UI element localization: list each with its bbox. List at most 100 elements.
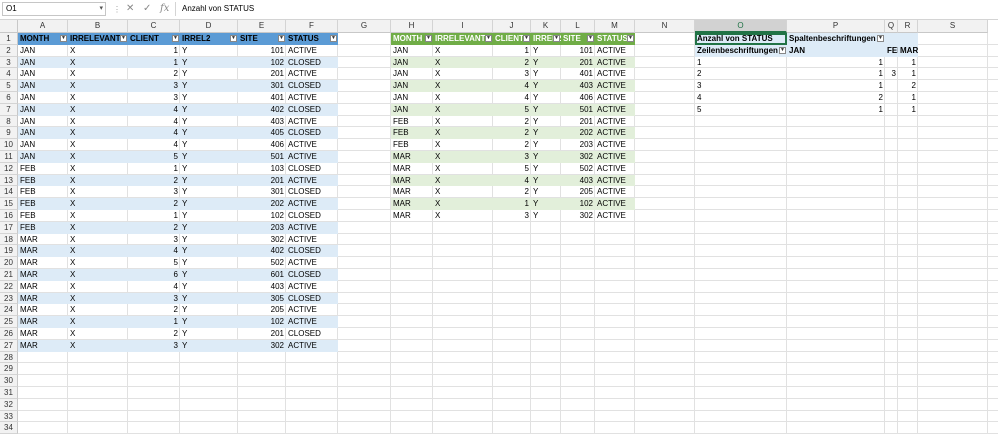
table1-cell[interactable]: MAR [18, 304, 68, 316]
table1-cell[interactable]: 2 [128, 304, 180, 316]
table1-cell[interactable]: ACTIVE [286, 174, 338, 187]
column-header-d[interactable]: D [180, 20, 238, 33]
table1-cell[interactable]: Y [180, 45, 238, 57]
table2-cell[interactable]: X [433, 103, 493, 116]
column-header-h[interactable]: H [391, 20, 433, 33]
table1-cell[interactable]: JAN [18, 127, 68, 140]
table1-cell[interactable]: 4 [128, 245, 180, 258]
table2-cell[interactable]: X [433, 127, 493, 140]
pivot-value-cell[interactable]: 2 [898, 80, 918, 92]
table2-cell[interactable]: 302 [561, 151, 595, 163]
table2-cell[interactable]: X [433, 174, 493, 187]
enter-icon[interactable]: ✓ [143, 2, 151, 16]
table1-cell[interactable]: CLOSED [286, 186, 338, 198]
row-header-27[interactable]: 27 [0, 339, 18, 352]
table1-cell[interactable]: Y [180, 221, 238, 234]
table1-cell[interactable]: Y [180, 292, 238, 305]
row-header-23[interactable]: 23 [0, 292, 18, 305]
pivot-value-cell[interactable] [885, 80, 898, 92]
table1-cell[interactable]: CLOSED [286, 328, 338, 340]
filter-dropdown-icon[interactable]: ▼ [120, 35, 127, 42]
table2-cell[interactable]: ACTIVE [595, 127, 635, 140]
table1-cell[interactable]: 103 [238, 163, 286, 175]
table1-cell[interactable]: 4 [128, 116, 180, 128]
table2-cell[interactable]: 3 [493, 151, 531, 163]
table1-cell[interactable]: 2 [128, 174, 180, 187]
row-header-6[interactable]: 6 [0, 92, 18, 104]
table1-cell[interactable]: MAR [18, 281, 68, 293]
table1-cell[interactable]: MAR [18, 292, 68, 305]
pivot-row-label[interactable]: 5 [695, 104, 787, 116]
table2-cell[interactable]: Y [531, 210, 561, 222]
row-header-1[interactable]: 1 [0, 33, 18, 45]
column-header-q[interactable]: Q [885, 20, 898, 33]
table2-cell[interactable]: Y [531, 186, 561, 198]
table1-cell[interactable]: Y [180, 339, 238, 352]
table1-cell[interactable]: ACTIVE [286, 92, 338, 104]
filter-dropdown-icon[interactable]: ▼ [779, 46, 786, 54]
table1-cell[interactable]: Y [180, 316, 238, 328]
table2-cell[interactable]: JAN [391, 56, 433, 69]
table1-cell[interactable]: Y [180, 116, 238, 128]
table1-cell[interactable]: 4 [128, 127, 180, 140]
table1-cell[interactable]: 406 [238, 139, 286, 151]
row-header-25[interactable]: 25 [0, 316, 18, 328]
table1-cell[interactable]: ACTIVE [286, 339, 338, 352]
table1-cell[interactable]: X [68, 68, 128, 80]
table2-cell[interactable]: ACTIVE [595, 80, 635, 92]
table1-cell[interactable]: 101 [238, 45, 286, 57]
pivot-row-label[interactable]: 2 [695, 68, 787, 80]
column-header-a[interactable]: A [18, 20, 68, 33]
formula-input[interactable]: Anzahl von STATUS [175, 2, 995, 16]
table2-header-month[interactable]: MONTH ▼ [391, 33, 433, 45]
select-all-corner[interactable] [0, 20, 18, 33]
pivot-value-cell[interactable]: 1 [898, 57, 918, 69]
table1-cell[interactable]: 102 [238, 56, 286, 69]
table2-cell[interactable]: ACTIVE [595, 198, 635, 210]
table1-cell[interactable]: Y [180, 127, 238, 140]
column-header-b[interactable]: B [68, 20, 128, 33]
table2-cell[interactable]: 406 [561, 92, 595, 104]
table1-cell[interactable]: ACTIVE [286, 257, 338, 269]
pivot-value-cell[interactable]: 1 [787, 104, 885, 116]
row-header-5[interactable]: 5 [0, 80, 18, 92]
table1-cell[interactable]: FEB [18, 163, 68, 175]
table2-cell[interactable]: 5 [493, 163, 531, 175]
table1-cell[interactable]: X [68, 163, 128, 175]
table2-cell[interactable]: X [433, 198, 493, 210]
table1-cell[interactable]: JAN [18, 68, 68, 80]
table2-cell[interactable]: X [433, 163, 493, 175]
table1-cell[interactable]: ACTIVE [286, 198, 338, 210]
table1-cell[interactable]: CLOSED [286, 245, 338, 258]
pivot-value-cell[interactable]: 2 [787, 92, 885, 104]
table1-cell[interactable]: Y [180, 210, 238, 222]
table2-cell[interactable]: X [433, 68, 493, 80]
pivot-value-cell[interactable]: 3 [885, 68, 898, 80]
table1-cell[interactable]: CLOSED [286, 292, 338, 305]
table1-cell[interactable]: ACTIVE [286, 234, 338, 246]
table1-cell[interactable]: MAR [18, 234, 68, 246]
table1-cell[interactable]: 301 [238, 186, 286, 198]
row-header-11[interactable]: 11 [0, 151, 18, 163]
table1-cell[interactable]: 4 [128, 281, 180, 293]
table2-cell[interactable]: ACTIVE [595, 174, 635, 187]
table2-cell[interactable]: X [433, 56, 493, 69]
row-header-21[interactable]: 21 [0, 269, 18, 281]
table2-cell[interactable]: 2 [493, 139, 531, 151]
table2-cell[interactable]: 202 [561, 127, 595, 140]
table1-cell[interactable]: 201 [238, 328, 286, 340]
table1-cell[interactable]: X [68, 269, 128, 281]
table1-cell[interactable]: 205 [238, 304, 286, 316]
row-header-7[interactable]: 7 [0, 103, 18, 116]
row-header-34[interactable]: 34 [0, 422, 18, 434]
table1-cell[interactable]: 305 [238, 292, 286, 305]
filter-dropdown-icon[interactable]: ▼ [425, 35, 432, 42]
table1-cell[interactable]: 1 [128, 316, 180, 328]
table1-cell[interactable]: X [68, 316, 128, 328]
row-header-24[interactable]: 24 [0, 304, 18, 317]
table2-cell[interactable]: MAR [391, 163, 433, 175]
table1-cell[interactable]: ACTIVE [286, 281, 338, 293]
table2-cell[interactable]: Y [531, 92, 561, 104]
table1-cell[interactable]: Y [180, 198, 238, 210]
table2-cell[interactable]: ACTIVE [595, 92, 635, 104]
